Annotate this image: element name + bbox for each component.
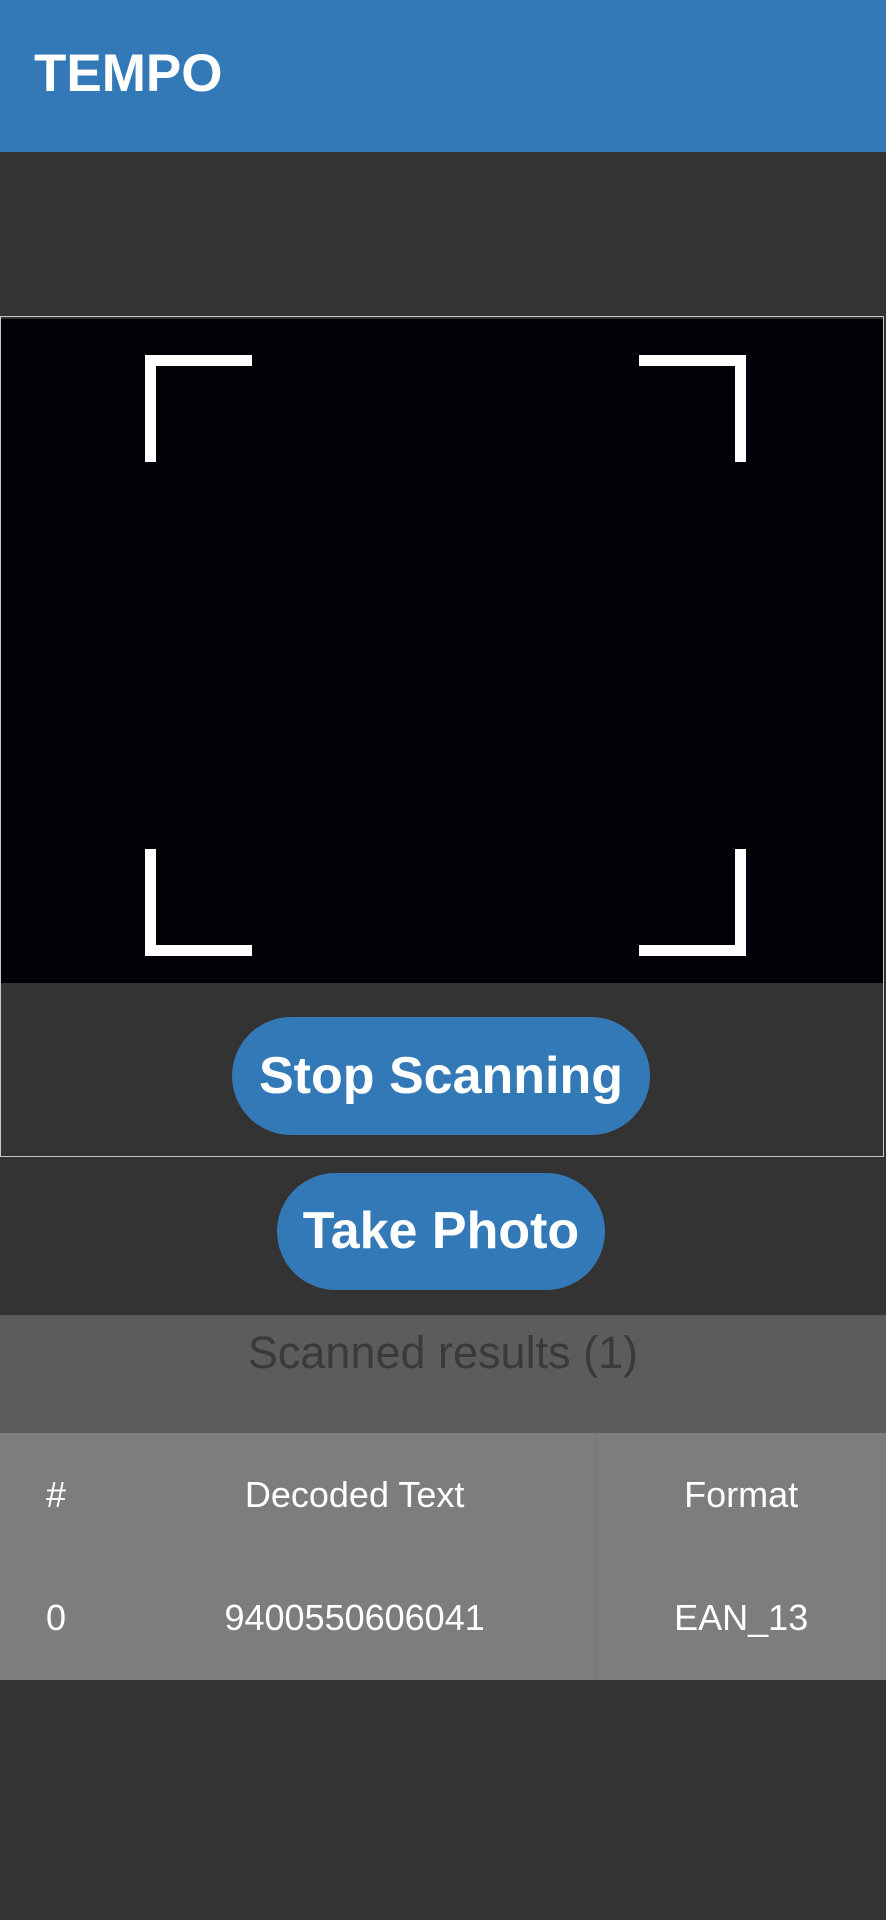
scan-frame-bottom-right-corner-icon — [639, 849, 746, 956]
camera-preview — [1, 319, 883, 983]
scan-frame-bottom-left-corner-icon — [145, 849, 252, 956]
column-header-index: # — [46, 1473, 67, 1515]
column-header-format: Format — [595, 1433, 886, 1556]
column-header-decoded-text: Decoded Text — [244, 1473, 465, 1515]
top-spacer — [0, 152, 886, 316]
cell-format: EAN_13 — [595, 1556, 886, 1680]
take-photo-button[interactable]: Take Photo — [277, 1173, 605, 1290]
table-header-row: # Decoded Text Format — [0, 1433, 886, 1556]
app-title: TEMPO — [34, 44, 223, 103]
scan-frame-top-left-corner-icon — [145, 355, 252, 462]
results-table: # Decoded Text Format 0 9400550606041 EA… — [0, 1433, 886, 1680]
app-bar: TEMPO — [0, 0, 886, 152]
cell-index: 0 — [46, 1597, 67, 1638]
cell-decoded-text: 9400550606041 — [224, 1597, 485, 1638]
results-title: Scanned results (1) — [247, 1327, 639, 1378]
results-header: Scanned results (1) — [0, 1315, 886, 1433]
table-row: 0 9400550606041 EAN_13 — [0, 1556, 886, 1680]
stop-scanning-button[interactable]: Stop Scanning — [232, 1017, 650, 1135]
bottom-area — [0, 1680, 886, 1920]
scan-frame-top-right-corner-icon — [639, 355, 746, 462]
scanner-panel: Stop Scanning — [0, 316, 884, 1157]
